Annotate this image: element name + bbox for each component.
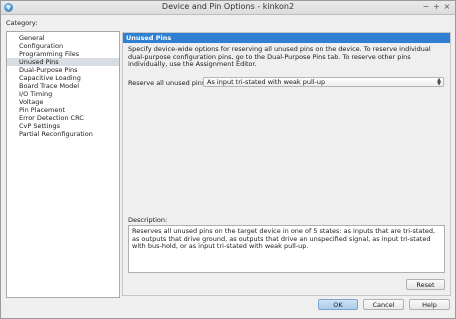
category-item-pin-placement[interactable]: Pin Placement	[7, 106, 119, 114]
cancel-button[interactable]: Cancel	[363, 299, 404, 310]
ok-button[interactable]: OK	[318, 299, 358, 310]
category-item-configuration[interactable]: Configuration	[7, 42, 119, 50]
category-item-io-timing[interactable]: I/O Timing	[7, 90, 119, 98]
close-icon[interactable]: ×	[443, 2, 451, 11]
description-label: Description:	[128, 216, 168, 224]
category-item-general[interactable]: General	[7, 34, 119, 42]
category-item-voltage[interactable]: Voltage	[7, 98, 119, 106]
panel-description: Specify device-wide options for reservin…	[128, 45, 431, 69]
category-label: Category:	[6, 19, 38, 27]
description-box: Reserves all unused pins on the target d…	[128, 225, 445, 273]
settings-panel: Unused Pins Specify device-wide options …	[122, 32, 451, 296]
dialog-window: Device and Pin Options - kinkon2 − + × C…	[0, 0, 456, 319]
category-item-programming-files[interactable]: Programming Files	[7, 50, 119, 58]
category-item-unused-pins[interactable]: Unused Pins	[7, 58, 119, 66]
title-bar[interactable]: Device and Pin Options - kinkon2 − + ×	[1, 1, 455, 15]
reset-button[interactable]: Reset	[406, 279, 445, 290]
category-item-capacitive-loading[interactable]: Capacitive Loading	[7, 74, 119, 82]
help-button[interactable]: Help	[409, 299, 450, 310]
reserve-select-value: As input tri-stated with weak pull-up	[207, 78, 326, 86]
category-item-dual-purpose-pins[interactable]: Dual-Purpose Pins	[7, 66, 119, 74]
category-item-error-detection-crc[interactable]: Error Detection CRC	[7, 114, 119, 122]
category-item-partial-reconfiguration[interactable]: Partial Reconfiguration	[7, 130, 119, 138]
category-item-cvp-settings[interactable]: CvP Settings	[7, 122, 119, 130]
window-title: Device and Pin Options - kinkon2	[161, 2, 295, 11]
category-item-board-trace-model[interactable]: Board Trace Model	[7, 82, 119, 90]
minimize-icon[interactable]: −	[422, 2, 430, 11]
maximize-icon[interactable]: +	[432, 2, 440, 11]
panel-header: Unused Pins	[123, 33, 450, 43]
reserve-unused-pins-label: Reserve all unused pins:	[128, 79, 208, 87]
category-list[interactable]: General Configuration Programming Files …	[6, 31, 120, 298]
reserve-unused-pins-select[interactable]: As input tri-stated with weak pull-up ▲ ▼	[203, 77, 444, 87]
up-down-arrows-icon: ▲ ▼	[437, 77, 441, 87]
